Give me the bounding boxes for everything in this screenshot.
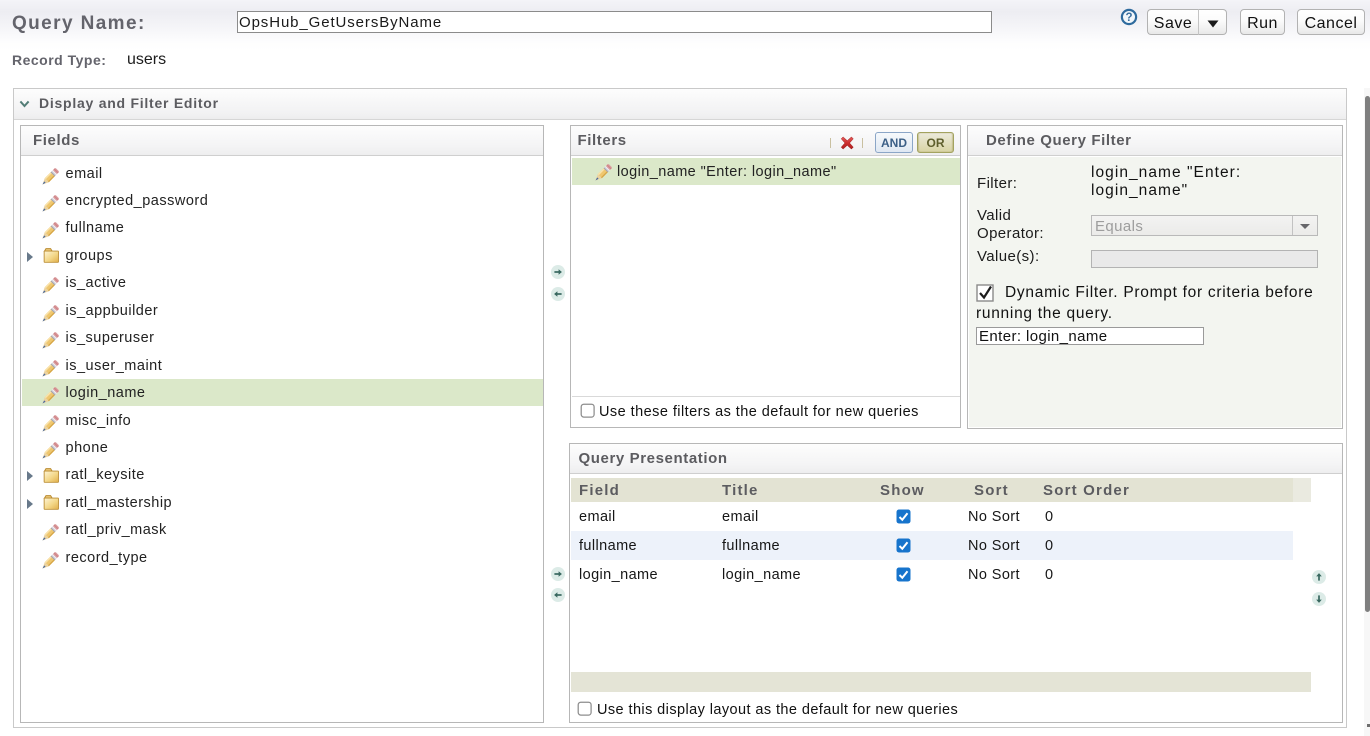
svg-text:?: ? [1125, 12, 1132, 24]
